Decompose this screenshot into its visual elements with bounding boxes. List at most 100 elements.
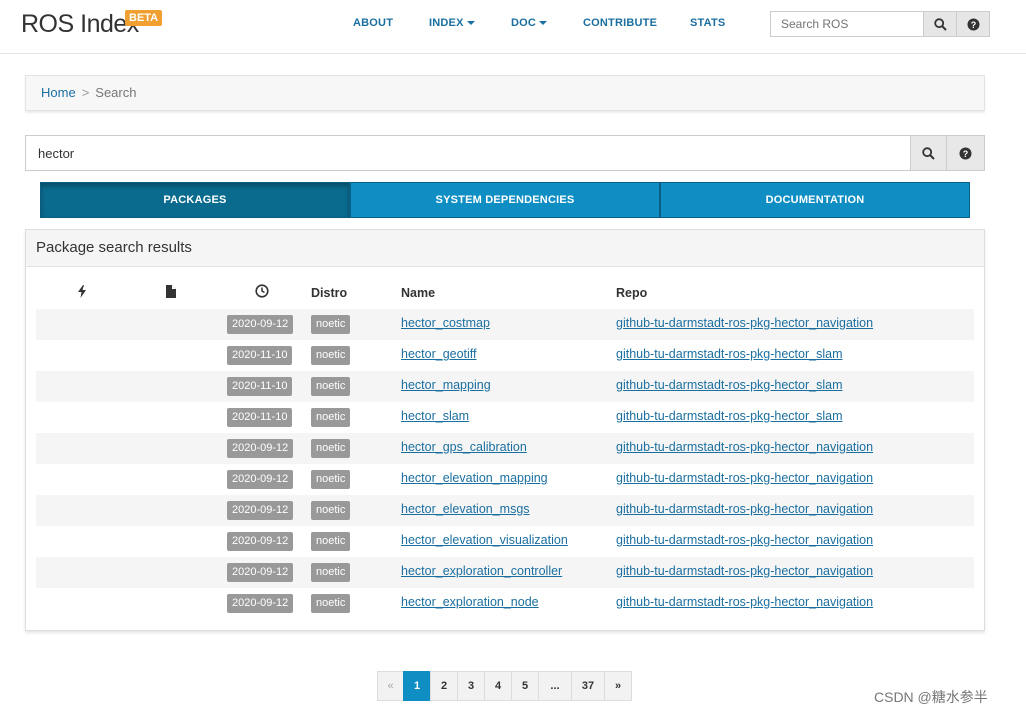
tab-system-dependencies[interactable]: SYSTEM DEPENDENCIES [350,182,660,218]
package-name-link[interactable]: hector_slam [401,409,469,423]
date-badge: 2020-09-12 [227,439,294,458]
distro-badge: noetic [311,563,351,582]
repo-link[interactable]: github-tu-darmstadt-ros-pkg-hector_navig… [616,316,873,330]
watermark: CSDN @糖水参半 [874,689,988,705]
distro-badge: noetic [311,594,351,613]
package-name-link[interactable]: hector_costmap [401,316,490,330]
distro-badge: noetic [311,532,351,551]
top-navbar: ROS Index BETA ABOUT INDEX DOC CONTRIBUT… [0,0,1026,54]
column-distro[interactable]: Distro [311,286,347,300]
distro-badge: noetic [311,501,351,520]
repo-link[interactable]: github-tu-darmstadt-ros-pkg-hector_slam [616,378,842,392]
date-badge: 2020-09-12 [227,470,294,489]
repo-link[interactable]: github-tu-darmstadt-ros-pkg-hector_navig… [616,595,873,609]
help-button[interactable]: ? [946,135,985,171]
nav-index-label: INDEX [429,17,464,29]
date-badge: 2020-11-10 [227,377,293,396]
pagination-page-3[interactable]: 3 [457,671,485,701]
beta-badge: BETA [125,10,163,26]
pagination-page-37[interactable]: 37 [571,671,605,701]
nav-doc[interactable]: DOC [511,17,548,29]
caret-down-icon [466,21,475,26]
date-badge: 2020-09-12 [227,501,294,520]
nav-about[interactable]: ABOUT [353,17,393,29]
bolt-icon[interactable] [77,285,87,298]
svg-text:?: ? [963,149,969,159]
results-title: Package search results [26,230,984,267]
table-row: 2020-11-10 noetic hector_geotiff github-… [36,340,974,371]
package-name-link[interactable]: hector_exploration_controller [401,564,562,578]
distro-badge: noetic [311,439,351,458]
package-name-link[interactable]: hector_mapping [401,378,491,392]
pagination-ellipsis[interactable]: ... [538,671,572,701]
repo-link[interactable]: github-tu-darmstadt-ros-pkg-hector_navig… [616,471,873,485]
breadcrumb-separator: > [81,85,90,100]
breadcrumb: Home > Search [25,75,985,111]
clock-icon[interactable] [255,284,269,298]
header-search-button[interactable] [923,11,957,37]
tab-packages[interactable]: PACKAGES [40,182,350,218]
pagination-page-5[interactable]: 5 [511,671,539,701]
header-help-button[interactable]: ? [956,11,990,37]
date-badge: 2020-11-10 [227,408,293,427]
table-row: 2020-09-12 noetic hector_exploration_con… [36,557,974,588]
date-badge: 2020-09-12 [227,315,294,334]
pagination-next[interactable]: » [604,671,632,701]
pagination-prev[interactable]: « [377,671,404,701]
nav-stats[interactable]: STATS [690,17,725,29]
package-name-link[interactable]: hector_geotiff [401,347,477,361]
search-icon [922,146,935,160]
table-row: 2020-09-12 noetic hector_exploration_nod… [36,588,974,619]
caret-down-icon [539,21,548,26]
distro-badge: noetic [311,377,351,396]
svg-text:?: ? [970,20,976,30]
search-button[interactable] [910,135,947,171]
header-search-input[interactable] [770,11,924,37]
repo-link[interactable]: github-tu-darmstadt-ros-pkg-hector_navig… [616,440,873,454]
distro-badge: noetic [311,346,351,365]
search-input[interactable] [25,135,911,171]
date-badge: 2020-09-12 [227,594,294,613]
pagination: « 1 2 3 4 5 ... 37 » [377,671,632,701]
nav-doc-label: DOC [511,17,537,29]
repo-link[interactable]: github-tu-darmstadt-ros-pkg-hector_navig… [616,564,873,578]
date-badge: 2020-11-10 [227,346,293,365]
table-row: 2020-09-12 noetic hector_gps_calibration… [36,433,974,464]
nav-contribute[interactable]: CONTRIBUTE [583,17,657,29]
breadcrumb-current: Search [95,85,137,100]
question-circle-icon: ? [959,147,972,159]
pagination-page-1[interactable]: 1 [403,671,431,701]
repo-link[interactable]: github-tu-darmstadt-ros-pkg-hector_slam [616,409,842,423]
package-name-link[interactable]: hector_elevation_mapping [401,471,548,485]
distro-badge: noetic [311,470,351,489]
search-icon [933,17,947,31]
date-badge: 2020-09-12 [227,532,294,551]
package-name-link[interactable]: hector_exploration_node [401,595,539,609]
package-name-link[interactable]: hector_gps_calibration [401,440,527,454]
distro-badge: noetic [311,315,351,334]
breadcrumb-home-link[interactable]: Home [41,85,76,100]
package-name-link[interactable]: hector_elevation_msgs [401,502,530,516]
pagination-page-4[interactable]: 4 [484,671,512,701]
repo-link[interactable]: github-tu-darmstadt-ros-pkg-hector_slam [616,347,842,361]
file-icon[interactable] [166,285,176,298]
package-name-link[interactable]: hector_elevation_visualization [401,533,568,547]
pagination-page-2[interactable]: 2 [430,671,458,701]
column-repo[interactable]: Repo [616,286,647,300]
table-row: 2020-09-12 noetic hector_costmap github-… [36,309,974,340]
repo-link[interactable]: github-tu-darmstadt-ros-pkg-hector_navig… [616,533,873,547]
column-name[interactable]: Name [401,286,435,300]
nav-index[interactable]: INDEX [429,17,475,29]
table-row: 2020-09-12 noetic hector_elevation_msgs … [36,495,974,526]
distro-badge: noetic [311,408,351,427]
table-row: 2020-09-12 noetic hector_elevation_mappi… [36,464,974,495]
date-badge: 2020-09-12 [227,563,294,582]
question-circle-icon: ? [967,18,979,30]
site-logo[interactable]: ROS Index [21,10,139,39]
repo-link[interactable]: github-tu-darmstadt-ros-pkg-hector_navig… [616,502,873,516]
table-row: 2020-11-10 noetic hector_mapping github-… [36,371,974,402]
results-panel: Package search results Distro Name Repo … [25,229,985,631]
table-row: 2020-11-10 noetic hector_slam github-tu-… [36,402,974,433]
tab-documentation[interactable]: DOCUMENTATION [660,182,970,218]
table-row: 2020-09-12 noetic hector_elevation_visua… [36,526,974,557]
